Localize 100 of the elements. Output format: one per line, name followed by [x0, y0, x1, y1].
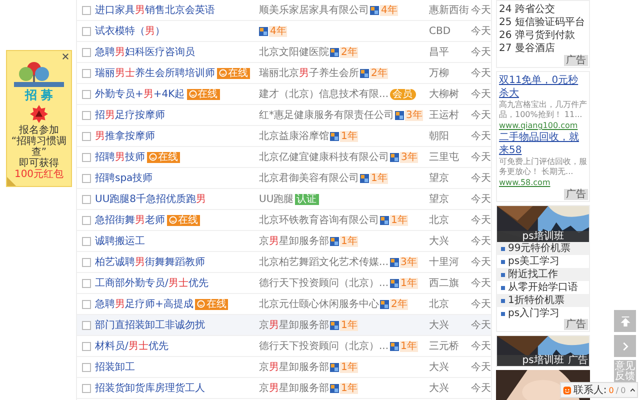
- job-location: 北京: [429, 214, 450, 227]
- checkbox[interactable]: [82, 258, 91, 266]
- checkbox[interactable]: [82, 362, 91, 372]
- post-date: 今天: [471, 25, 491, 38]
- years-badge: 3年: [405, 110, 424, 120]
- ad-list-link[interactable]: ps入门学习: [497, 307, 589, 320]
- company-name: 北京元仕颐心休闲服务中心: [259, 298, 379, 311]
- job-title-link[interactable]: 急聘男足疗师+高提成: [95, 297, 194, 311]
- job-location: 十里河: [429, 256, 460, 269]
- checkbox[interactable]: [82, 384, 91, 392]
- ranking-link[interactable]: 24 跨省公交: [499, 3, 587, 16]
- checkbox[interactable]: [82, 90, 91, 98]
- vip-badge: 会员: [390, 88, 416, 100]
- ranking-link[interactable]: 26 弹弓货到付款: [499, 29, 587, 42]
- post-date: 今天: [471, 277, 491, 290]
- member-icon: [259, 26, 268, 36]
- job-location: 朝阳: [429, 130, 450, 143]
- ad-heading: 招 募: [24, 87, 54, 103]
- job-title-link[interactable]: 工商部外勤专员/男士优先: [95, 276, 208, 290]
- company-name: 北京文阳健医院: [259, 46, 329, 59]
- years-badge: 2年: [370, 68, 388, 78]
- member-icon: [330, 236, 339, 246]
- bullet-icon: [501, 286, 505, 290]
- checkbox[interactable]: [82, 48, 91, 56]
- checkbox[interactable]: [82, 216, 91, 224]
- ad-list-link[interactable]: 附近找工作: [497, 268, 589, 281]
- up-arrow-icon: [620, 316, 630, 326]
- post-date: 今天: [471, 382, 491, 395]
- checkbox[interactable]: [82, 194, 91, 204]
- checkbox[interactable]: [82, 110, 91, 120]
- checkbox[interactable]: [82, 236, 91, 246]
- post-date: 今天: [471, 130, 491, 143]
- post-date: 今天: [471, 235, 491, 248]
- job-title-link[interactable]: 进口家具男销售北京会英语: [95, 3, 215, 17]
- close-icon[interactable]: [62, 53, 69, 60]
- post-date: 今天: [471, 4, 491, 17]
- contact-bar[interactable]: 联系人: 0 / 0: [560, 382, 638, 398]
- checkbox[interactable]: [82, 300, 91, 308]
- company-name: 德行天下投资顾问（北京）...: [259, 276, 389, 290]
- job-title-link[interactable]: UU跑腿8千急招优质跑男: [95, 192, 206, 206]
- job-location: 三里屯: [429, 150, 460, 164]
- job-title-link[interactable]: 招装货卸货库房理货工人: [95, 381, 205, 395]
- post-date: 今天: [471, 298, 491, 311]
- ad-list-link[interactable]: 1折特价机票: [497, 294, 589, 307]
- years-badge: 1年: [390, 214, 408, 226]
- member-icon: [330, 362, 339, 372]
- company-name: 北京益康浴摩馆: [259, 130, 329, 143]
- back-to-top-button[interactable]: [614, 310, 636, 332]
- ad-description: 高九宫格宝出，几万件产品，100%抢到！ 11...: [499, 100, 587, 120]
- checkbox[interactable]: [82, 342, 91, 350]
- ad-label: 广告: [568, 355, 588, 366]
- job-title-link[interactable]: 柏艺诚聘男街舞舞蹈教师: [95, 255, 205, 269]
- member-icon: [360, 68, 369, 78]
- post-date: 今天: [471, 256, 491, 269]
- job-title-link[interactable]: 急招街舞男老师: [95, 213, 165, 227]
- ranking-link[interactable]: 27 曼谷酒店: [499, 42, 587, 55]
- ranking-link[interactable]: 25 短信验证码平台: [499, 16, 587, 29]
- post-date: 今天: [471, 88, 491, 101]
- next-button[interactable]: [614, 335, 636, 357]
- job-title-link[interactable]: 材料员/男士优先: [95, 339, 168, 353]
- checkbox[interactable]: [82, 68, 91, 78]
- bullet-icon: [501, 272, 505, 276]
- member-icon: [360, 174, 369, 182]
- recruit-ad-card[interactable]: 招 募 报名参加 “招聘习惯调查” 即可获得 100元红包: [6, 50, 72, 187]
- checkbox[interactable]: [82, 132, 91, 140]
- job-title-link[interactable]: 招男足疗按摩师: [95, 108, 165, 122]
- ad-link[interactable]: 二手物品回收，就来58: [499, 131, 587, 157]
- job-title-link[interactable]: 瑞丽男士养生会所聘培训师: [95, 66, 215, 80]
- online-badge: 在线: [217, 68, 250, 78]
- bullet-icon: [501, 312, 505, 316]
- job-location: 三元桥: [429, 340, 460, 353]
- job-location: 望京: [429, 192, 450, 206]
- checkbox[interactable]: [82, 174, 91, 182]
- checkbox[interactable]: [82, 320, 91, 330]
- job-title-link[interactable]: 急聘男妇科医疗咨询员: [95, 45, 195, 59]
- ad-list-link[interactable]: 从零开始学口语: [497, 281, 589, 294]
- smiley-icon: [563, 384, 572, 396]
- job-title-link[interactable]: 诚聘搬运工: [95, 234, 145, 248]
- checkbox[interactable]: [82, 278, 91, 288]
- ad-list-link[interactable]: ps美工学习: [497, 255, 589, 268]
- company-name: 瑞丽北京男子养生会所: [259, 66, 359, 80]
- job-location: 昌平: [429, 46, 450, 59]
- job-title-link[interactable]: 男推拿按摩师: [95, 129, 155, 143]
- checkbox[interactable]: [82, 6, 91, 14]
- ad-list-link[interactable]: 99元特价机票: [497, 242, 589, 255]
- job-title-link[interactable]: 外勤专员+男+4K起: [95, 87, 185, 101]
- job-title-link[interactable]: 招聘spa技师: [95, 171, 153, 185]
- job-title-link[interactable]: 试衣模特（男）: [95, 24, 165, 38]
- ad-link[interactable]: 双11免单，0元秒杀大: [499, 74, 587, 100]
- checkbox[interactable]: [82, 152, 91, 162]
- company-name: 京男星卸服务部: [259, 360, 329, 374]
- checkbox[interactable]: [82, 26, 91, 36]
- member-icon: [370, 6, 379, 14]
- ad-url: www.qiang100.com: [499, 120, 579, 131]
- job-title-link[interactable]: 部门直招装卸工非诚勿扰: [95, 318, 205, 332]
- job-title-link[interactable]: 招装卸工: [95, 360, 135, 374]
- job-title-link[interactable]: 招聘男技师: [95, 150, 145, 164]
- years-badge: 4年: [269, 26, 288, 36]
- member-icon: [330, 48, 339, 56]
- ad-label: 广告: [564, 319, 588, 330]
